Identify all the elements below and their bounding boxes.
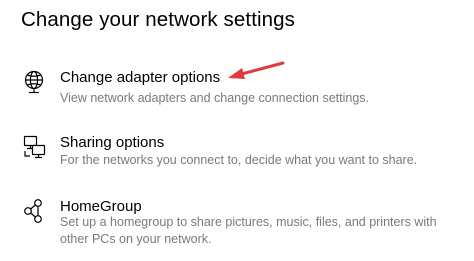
change-adapter-options-description: View network adapters and change connect… [60,91,369,105]
network-adapter-globe-icon [24,70,44,94]
sharing-computers-icon [23,135,46,159]
annotation-arrow [228,61,285,79]
sharing-options-title[interactable]: Sharing options [60,134,164,151]
homegroup-icon [24,199,42,223]
page-title: Change your network settings [21,8,296,31]
sharing-options-description: For the networks you connect to, decide … [60,153,418,167]
homegroup-title[interactable]: HomeGroup [60,198,142,215]
homegroup-description: Set up a homegroup to share pictures, mu… [60,215,437,246]
change-adapter-options-title[interactable]: Change adapter options [60,69,220,86]
